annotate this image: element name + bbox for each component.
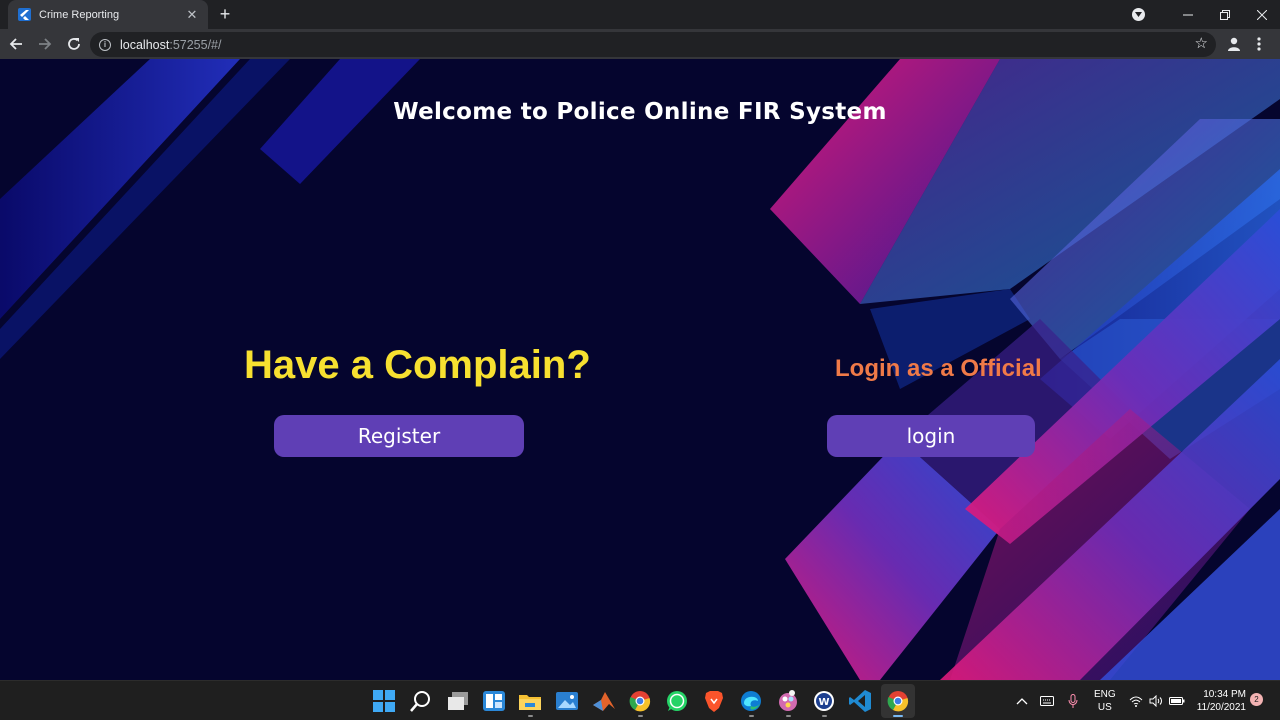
site-info-icon[interactable]: i [99,38,111,51]
chrome-active-icon[interactable] [886,689,910,713]
windows-taskbar: W ENG US 10:34 PM 11/20/2021 [0,680,1280,720]
running-indicator [528,715,533,717]
browser-toolbar: i localhost:57255/#/ ☆ [0,29,1280,59]
welcome-title: Welcome to Police Online FIR System [393,99,887,125]
word-icon[interactable]: W [812,689,836,713]
minimize-icon[interactable] [1169,0,1206,29]
login-button[interactable]: login [827,415,1035,457]
color-picker-icon[interactable] [776,689,800,713]
restore-icon[interactable] [1206,0,1243,29]
bookmark-star-icon[interactable]: ☆ [1195,36,1208,52]
official-login-heading: Login as a Official [835,355,1042,382]
keyboard-icon[interactable] [1036,689,1058,713]
system-clock[interactable]: 10:34 PM 11/20/2021 [1192,688,1246,714]
tab-title: Crime Reporting [39,8,120,21]
running-indicator [749,715,754,717]
background-decoration [0,59,1280,680]
chevron-up-icon[interactable] [1012,689,1032,713]
register-button[interactable]: Register [274,415,524,457]
region-code: US [1097,702,1112,713]
svg-text:W: W [818,697,829,708]
url-host: localhost [120,37,170,52]
complain-heading: Have a Complain? [244,343,591,387]
chrome-icon[interactable] [628,689,652,713]
clock-date: 11/20/2021 [1196,702,1246,713]
microphone-icon[interactable] [1062,689,1084,713]
window-controls [1132,0,1280,29]
start-icon[interactable] [372,689,396,713]
running-indicator [786,715,791,717]
search-icon[interactable] [409,689,433,713]
running-indicator [638,715,643,717]
page-viewport: Welcome to Police Online FIR System Have… [0,59,1280,680]
file-explorer-icon[interactable] [518,689,542,713]
battery-icon[interactable] [1166,689,1188,713]
running-indicator [822,715,827,717]
browser-tab[interactable]: Crime Reporting ✕ [8,0,208,29]
language-code: ENG [1094,689,1116,700]
edge-icon[interactable] [739,689,763,713]
vscode-icon[interactable] [848,689,872,713]
brave-icon[interactable] [702,689,726,713]
forward-icon[interactable] [32,31,58,57]
reload-icon[interactable] [61,31,87,57]
flutter-favicon-icon [18,8,31,21]
new-tab-button[interactable]: + [214,3,236,25]
close-window-icon[interactable] [1243,0,1280,29]
widgets-icon[interactable] [482,689,506,713]
active-indicator [893,715,903,717]
notification-badge[interactable]: 2 [1250,693,1263,706]
profile-icon[interactable] [1226,36,1242,57]
volume-icon[interactable] [1146,689,1166,713]
language-indicator[interactable]: ENG US [1094,688,1116,714]
task-view-icon[interactable] [446,689,470,713]
address-bar[interactable]: i localhost:57255/#/ ☆ [90,32,1216,57]
browser-titlebar: Crime Reporting ✕ + [0,0,1280,29]
tab-search-icon[interactable] [1132,8,1145,21]
matlab-icon[interactable] [592,689,616,713]
whatsapp-icon[interactable] [665,689,689,713]
wifi-icon[interactable] [1126,689,1146,713]
clock-time: 10:34 PM [1203,689,1246,700]
back-icon[interactable] [3,31,29,57]
tab-close-icon[interactable]: ✕ [182,7,202,23]
chrome-menu-icon[interactable] [1256,36,1262,57]
photos-icon[interactable] [555,689,579,713]
url-path: :57255/#/ [169,37,222,52]
